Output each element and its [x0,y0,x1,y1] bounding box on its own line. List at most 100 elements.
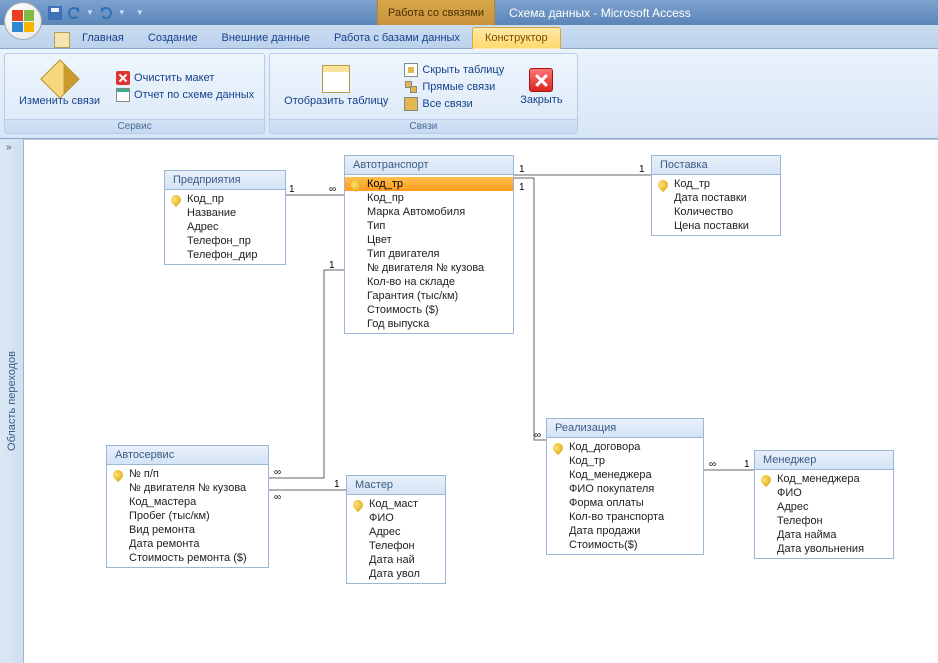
table-field[interactable]: Код_тр [547,454,703,468]
table-field[interactable]: Код_мастера [107,495,268,509]
redo-dropdown-icon[interactable]: ▼ [118,8,126,17]
table-body: Код_менеджераФИОАдресТелефонДата наймаДа… [755,470,893,558]
edit-links-button[interactable]: Изменить связи [11,63,108,109]
title-center: Работа со связями Схема данных - Microso… [144,0,938,25]
table-body: Код_трКод_прМарка АвтомобиляТипЦветТип д… [345,175,513,333]
office-logo-icon [12,10,34,32]
schema-report-button[interactable]: Отчет по схеме данных [112,87,258,103]
all-links-button[interactable]: Все связи [400,96,508,112]
close-label: Закрыть [520,94,562,106]
table-field[interactable]: Телефон_пр [165,234,285,248]
table-field[interactable]: Адрес [347,525,445,539]
table-field[interactable]: Название [165,206,285,220]
undo-dropdown-icon[interactable]: ▼ [86,8,94,17]
all-links-icon [404,97,418,111]
table-field[interactable]: Количество [652,205,780,219]
tab-create[interactable]: Создание [136,28,210,48]
table-icon [322,65,350,93]
office-button[interactable] [4,2,42,40]
table-field[interactable]: Дата най [347,553,445,567]
hide-table-icon [404,63,418,77]
table-realizatsiya[interactable]: Реализация Код_договораКод_трКод_менедже… [546,418,704,555]
all-links-label: Все связи [422,98,472,110]
table-title: Предприятия [165,171,285,190]
group-service-label: Сервис [5,119,264,133]
table-field[interactable]: Адрес [165,220,285,234]
save-icon[interactable] [48,6,62,20]
table-field[interactable]: Код_маст [347,497,445,511]
table-field[interactable]: Код_тр [652,177,780,191]
qat-customize-icon[interactable]: ▼ [136,8,144,17]
redo-icon[interactable] [100,7,112,19]
table-field[interactable]: Тип двигателя [345,247,513,261]
ribbon-tabs: Главная Создание Внешние данные Работа с… [0,25,938,49]
table-field[interactable]: Код_пр [165,192,285,206]
table-field[interactable]: Стоимость ремонта ($) [107,551,268,565]
table-field[interactable]: № двигателя № кузова [345,261,513,275]
table-field[interactable]: Цена поставки [652,219,780,233]
table-postavka[interactable]: Поставка Код_трДата поставкиКоличествоЦе… [651,155,781,236]
tab-database-tools[interactable]: Работа с базами данных [322,28,472,48]
table-field[interactable]: Дата ремонта [107,537,268,551]
table-title: Поставка [652,156,780,175]
table-title: Мастер [347,476,445,495]
undo-icon[interactable] [68,7,80,19]
table-body: Код_договораКод_трКод_менеджераФИО покуп… [547,438,703,554]
table-avtotransport[interactable]: Автотранспорт Код_трКод_прМарка Автомоби… [344,155,514,334]
table-field[interactable]: Кол-во на складе [345,275,513,289]
table-master[interactable]: Мастер Код_мастФИОАдресТелефонДата найДа… [346,475,446,584]
table-field[interactable]: Код_пр [345,191,513,205]
report-icon [116,88,130,102]
table-field[interactable]: Дата продажи [547,524,703,538]
clear-layout-button[interactable]: Очистить макет [112,70,258,86]
table-field[interactable]: № двигателя № кузова [107,481,268,495]
table-manager[interactable]: Менеджер Код_менеджераФИОАдресТелефонДат… [754,450,894,559]
table-field[interactable]: Код_менеджера [755,472,893,486]
table-field[interactable]: Телефон_дир [165,248,285,262]
table-field[interactable]: Дата найма [755,528,893,542]
table-field[interactable]: Стоимость($) [547,538,703,552]
hide-table-button[interactable]: Скрыть таблицу [400,62,508,78]
show-table-button[interactable]: Отобразить таблицу [276,63,396,109]
tab-home[interactable]: Главная [70,28,136,48]
table-field[interactable]: Марка Автомобиля [345,205,513,219]
tab-designer[interactable]: Конструктор [472,27,561,49]
table-predpriyatiya[interactable]: Предприятия Код_прНазваниеАдресТелефон_п… [164,170,286,265]
relationships-canvas[interactable]: 1 ∞ 1 1 1 ∞ 1 ∞ 1 ∞ 1 ∞ Предприятия Код_… [24,139,938,663]
tab-external-data[interactable]: Внешние данные [210,28,322,48]
table-field[interactable]: Стоимость ($) [345,303,513,317]
close-button[interactable]: Закрыть [512,66,570,108]
table-autoservice[interactable]: Автосервис № п/п№ двигателя № кузоваКод_… [106,445,269,568]
table-field[interactable]: Форма оплаты [547,496,703,510]
table-field[interactable]: Код_менеджера [547,468,703,482]
table-field[interactable]: Дата увольнения [755,542,893,556]
table-field[interactable]: ФИО [347,511,445,525]
table-field[interactable]: Телефон [347,539,445,553]
paste-icon[interactable] [54,32,70,48]
svg-text:1: 1 [334,479,340,490]
table-field[interactable]: ФИО покупателя [547,482,703,496]
table-field[interactable]: Дата увол [347,567,445,581]
table-field[interactable]: Вид ремонта [107,523,268,537]
table-field[interactable]: № п/п [107,467,268,481]
title-bar: ▼ ▼ ▼ Работа со связями Схема данных - M… [0,0,938,25]
table-field[interactable]: Адрес [755,500,893,514]
table-field[interactable]: Код_договора [547,440,703,454]
table-field[interactable]: Телефон [755,514,893,528]
table-field[interactable]: Код_тр [345,177,513,191]
svg-text:1: 1 [519,164,525,175]
table-field[interactable]: Год выпуска [345,317,513,331]
table-field[interactable]: Пробег (тыс/км) [107,509,268,523]
table-field[interactable]: Кол-во транспорта [547,510,703,524]
hide-table-label: Скрыть таблицу [422,64,504,76]
table-field[interactable]: Цвет [345,233,513,247]
nav-pane-collapsed[interactable]: Область переходов [0,139,24,663]
table-title: Автосервис [107,446,268,465]
table-field[interactable]: ФИО [755,486,893,500]
table-field[interactable]: Тип [345,219,513,233]
table-field[interactable]: Гарантия (тыс/км) [345,289,513,303]
nav-pane-expand-icon[interactable]: » [6,142,12,153]
quick-access-toolbar: ▼ ▼ ▼ [48,0,144,25]
direct-links-button[interactable]: Прямые связи [400,79,508,95]
table-field[interactable]: Дата поставки [652,191,780,205]
